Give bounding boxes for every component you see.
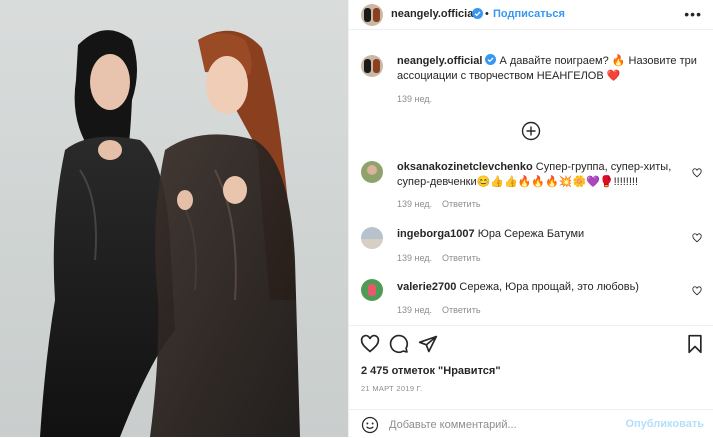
author-username[interactable]: neangely.official [391,8,476,20]
comment-avatar[interactable] [361,161,383,183]
post-date[interactable]: 21 МАРТ 2019 Г. [361,384,423,393]
verified-badge-icon [485,54,497,65]
comment-avatar[interactable] [361,279,383,301]
publish-button[interactable]: Опубликовать [625,418,704,430]
post-photo[interactable] [0,0,348,437]
comment-username[interactable]: valerie2700 [397,281,456,293]
comment-bubble-icon[interactable] [389,334,409,354]
add-comment-bar: Опубликовать [349,409,713,438]
comment: oksanakozinetclevchenko Супер-группа, су… [397,160,687,190]
comment-time[interactable]: 139 нед. [397,253,432,263]
caption: neangely.official А давайте поиграем? 🔥 … [397,54,697,84]
paper-plane-icon[interactable] [418,334,438,354]
smiley-icon[interactable] [361,416,379,434]
header-separator: • [485,8,489,20]
reply-button[interactable]: Ответить [442,305,480,315]
like-heart-icon[interactable] [360,334,380,354]
post-actions: 2 475 отметок "Нравится" 21 МАРТ 2019 Г.… [349,325,713,437]
post-side-panel: neangely.official • Подписаться ••• nean… [348,0,713,437]
comment-meta: 139 нед. Ответить [397,253,481,263]
comment: valerie2700 Сережа, Юра прощай, это любо… [397,280,687,295]
comment-text: Юра Сережа Батуми [477,228,585,240]
comment-avatar[interactable] [361,227,383,249]
follow-button[interactable]: Подписаться [493,8,565,20]
comments-section: neangely.official А давайте поиграем? 🔥 … [349,31,713,324]
heart-outline-icon[interactable] [692,286,702,296]
author-avatar[interactable] [361,4,383,26]
photo-illustration [40,30,300,437]
more-options-icon[interactable]: ••• [684,6,702,22]
comment-text: Сережа, Юра прощай, это любовь) [459,281,639,293]
reply-button[interactable]: Ответить [442,199,480,209]
post-header: neangely.official • Подписаться ••• [349,0,713,30]
verified-badge-icon [469,8,483,21]
caption-time[interactable]: 139 нед. [397,94,432,104]
instagram-post: neangely.official • Подписаться ••• nean… [0,0,713,437]
likes-count[interactable]: 2 475 отметок "Нравится" [361,365,501,377]
bookmark-icon[interactable] [685,334,705,354]
comment: ingeborga1007 Юра Сережа Батуми [397,227,687,242]
comment-time[interactable]: 139 нед. [397,305,432,315]
comment-username[interactable]: oksanakozinetclevchenko [397,161,533,173]
reply-button[interactable]: Ответить [442,253,480,263]
caption-meta: 139 нед. [397,94,432,104]
comment-meta: 139 нед. Ответить [397,305,481,315]
comment-username[interactable]: ingeborga1007 [397,228,475,240]
comment-input[interactable] [389,417,619,433]
caption-username[interactable]: neangely.official [397,55,482,67]
heart-outline-icon[interactable] [692,168,702,178]
caption-avatar[interactable] [361,55,383,77]
plus-circle-icon[interactable] [521,121,541,141]
heart-outline-icon[interactable] [692,233,702,243]
comment-time[interactable]: 139 нед. [397,199,432,209]
comment-meta: 139 нед. Ответить [397,199,481,209]
